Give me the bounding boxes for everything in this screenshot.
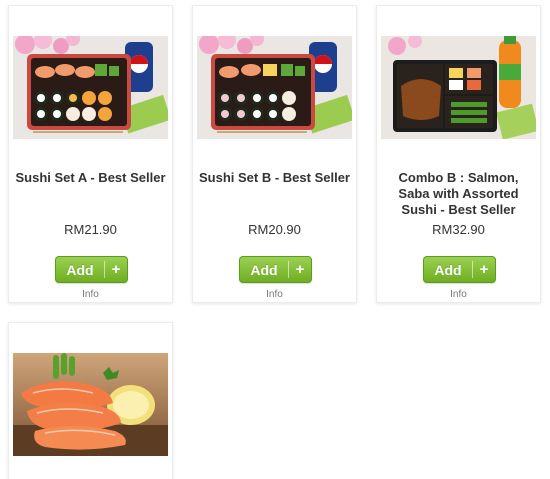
plus-icon: + [111,261,121,278]
product-card [8,322,173,479]
plus-icon: + [479,261,489,278]
product-name: Combo B : Salmon, Saba with Assorted Sus… [398,170,519,217]
product-name: Sushi Set B - Best Seller [199,170,350,185]
add-button-label: Add [250,261,278,278]
product-price: RM32.90 [432,222,485,237]
product-card: Sushi Set A - Best Seller RM21.90 Add + … [8,5,173,303]
plus-icon: + [295,261,305,278]
product-image[interactable] [13,36,168,139]
add-to-cart-button[interactable]: Add + [55,256,128,283]
info-link[interactable]: Info [193,289,356,300]
info-link[interactable]: Info [377,289,540,300]
product-card: Sushi Set B - Best Seller RM20.90 Add + … [192,5,357,303]
add-button-label: Add [66,261,94,278]
add-button-label: Add [434,261,462,278]
product-image[interactable] [381,36,536,139]
product-image[interactable] [197,36,352,139]
add-to-cart-button[interactable]: Add + [423,256,496,283]
product-price: RM21.90 [64,222,117,237]
product-image[interactable] [13,353,168,456]
info-link[interactable]: Info [9,289,172,300]
product-card: Combo B : Salmon, Saba with Assorted Sus… [376,5,541,303]
product-name: Sushi Set A - Best Seller [15,170,166,185]
add-to-cart-button[interactable]: Add + [239,256,312,283]
product-price: RM20.90 [248,222,301,237]
